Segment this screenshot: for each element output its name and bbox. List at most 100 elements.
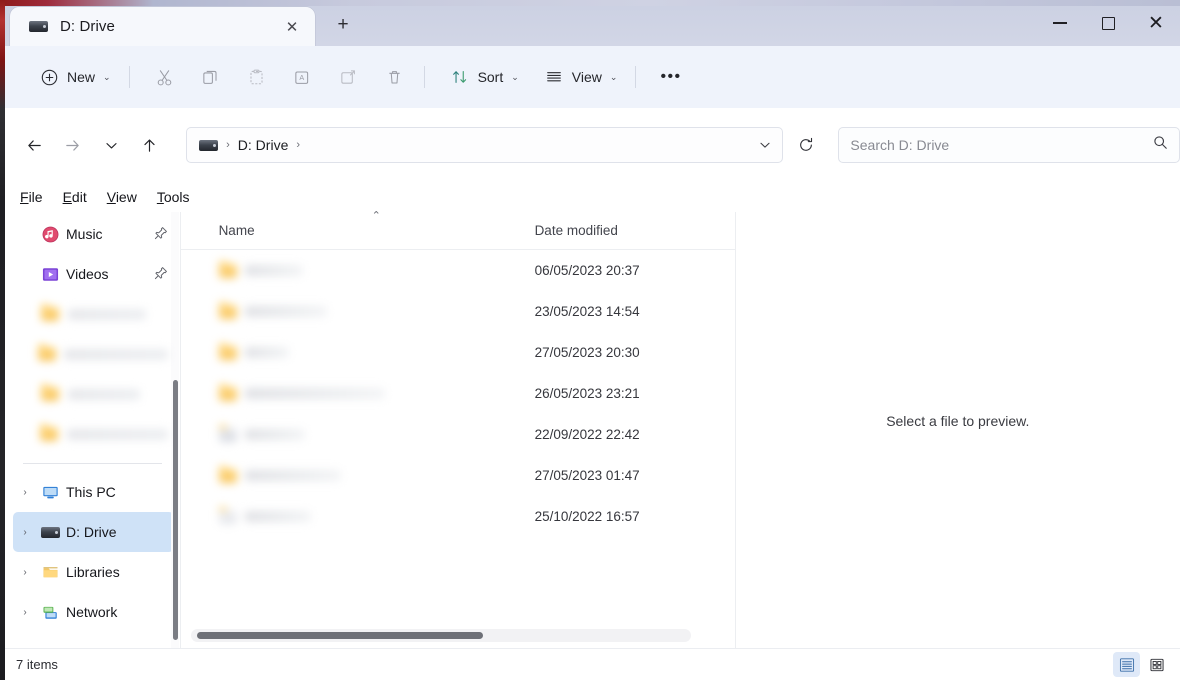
expander-icon[interactable]: › bbox=[13, 607, 37, 618]
sidebar-item-redacted[interactable] bbox=[13, 334, 174, 374]
breadcrumb-drive-icon[interactable] bbox=[199, 140, 218, 151]
search-icon[interactable] bbox=[1153, 135, 1168, 155]
rename-icon: A bbox=[292, 66, 314, 88]
refresh-button[interactable] bbox=[789, 129, 824, 161]
copy-button[interactable] bbox=[191, 59, 231, 95]
file-icon bbox=[219, 510, 237, 524]
pin-icon[interactable] bbox=[154, 266, 168, 283]
back-button[interactable] bbox=[17, 128, 52, 162]
sidebar-item-videos[interactable]: Videos bbox=[13, 254, 174, 294]
command-bar: New ⌄ A bbox=[5, 46, 1180, 108]
window-top-edge bbox=[0, 0, 1180, 6]
sidebar-item-redacted[interactable] bbox=[13, 374, 174, 414]
network-icon bbox=[37, 604, 63, 621]
music-icon bbox=[37, 226, 63, 243]
sidebar-item-d-drive[interactable]: › D: Drive bbox=[13, 512, 174, 552]
menu-tools-accesskey: T bbox=[157, 189, 164, 205]
libraries-icon bbox=[37, 564, 63, 581]
new-button[interactable]: New ⌄ bbox=[29, 59, 120, 95]
horizontal-scrollbar-thumb[interactable] bbox=[197, 632, 483, 639]
toolbar-divider-3 bbox=[635, 66, 636, 88]
breadcrumb[interactable]: › D: Drive › bbox=[186, 127, 783, 163]
menu-view[interactable]: View bbox=[98, 187, 146, 207]
recent-locations-button[interactable] bbox=[94, 128, 129, 162]
delete-icon bbox=[384, 66, 406, 88]
sidebar-item-music[interactable]: Music bbox=[13, 214, 174, 254]
sidebar-scrollbar-thumb[interactable] bbox=[173, 380, 178, 640]
large-icons-view-icon bbox=[1149, 657, 1165, 673]
see-more-icon: ••• bbox=[660, 72, 681, 82]
file-name-redacted bbox=[219, 305, 327, 319]
breadcrumb-separator: › bbox=[226, 139, 230, 151]
file-list-pane: ⌃ Name Date modified 06/05/2023 20:37 23… bbox=[180, 212, 735, 648]
table-row[interactable]: 23/05/2023 14:54 bbox=[181, 291, 735, 332]
maximize-button[interactable] bbox=[1084, 0, 1132, 46]
expander-icon[interactable]: › bbox=[13, 527, 37, 538]
sort-icon bbox=[449, 66, 471, 88]
window-left-edge bbox=[0, 0, 5, 680]
paste-button[interactable] bbox=[237, 59, 277, 95]
sidebar-item-network[interactable]: › Network bbox=[13, 592, 174, 632]
tab-title: D: Drive bbox=[60, 18, 115, 35]
file-date-modified: 27/05/2023 01:47 bbox=[535, 468, 735, 483]
forward-button[interactable] bbox=[56, 128, 91, 162]
expander-icon[interactable]: › bbox=[13, 487, 37, 498]
close-window-button[interactable]: ✕ bbox=[1132, 0, 1180, 46]
menu-file-accesskey: F bbox=[20, 189, 29, 205]
arrow-left-icon bbox=[26, 137, 43, 154]
delete-button[interactable] bbox=[375, 59, 415, 95]
menu-tools[interactable]: Tools bbox=[148, 187, 199, 207]
plus-circle-icon bbox=[38, 66, 60, 88]
sidebar-item-libraries[interactable]: › Libraries bbox=[13, 552, 174, 592]
breadcrumb-separator-2[interactable]: › bbox=[296, 139, 300, 151]
drive-icon bbox=[28, 20, 48, 34]
file-name-redacted bbox=[219, 428, 305, 442]
table-row[interactable]: 27/05/2023 01:47 bbox=[181, 455, 735, 496]
table-row[interactable]: 22/09/2022 22:42 bbox=[181, 414, 735, 455]
table-row[interactable]: 25/10/2022 16:57 bbox=[181, 496, 735, 537]
chevron-down-icon bbox=[104, 138, 119, 153]
view-button[interactable]: View ⌄ bbox=[534, 59, 627, 95]
sort-button[interactable]: Sort ⌄ bbox=[440, 59, 528, 95]
pin-icon[interactable] bbox=[154, 226, 168, 243]
rename-button[interactable]: A bbox=[283, 59, 323, 95]
breadcrumb-item-d-drive[interactable]: D: Drive bbox=[238, 137, 289, 153]
see-more-button[interactable]: ••• bbox=[651, 59, 690, 95]
menu-edit[interactable]: Edit bbox=[54, 187, 96, 207]
new-tab-button[interactable]: + bbox=[321, 9, 365, 41]
up-button[interactable] bbox=[133, 128, 168, 162]
menu-file[interactable]: File bbox=[11, 187, 52, 207]
refresh-icon bbox=[798, 137, 814, 153]
minimize-button[interactable] bbox=[1036, 0, 1084, 46]
folder-icon bbox=[37, 307, 63, 321]
folder-icon bbox=[35, 347, 59, 361]
search-input[interactable] bbox=[850, 137, 1146, 153]
file-name-redacted bbox=[219, 469, 341, 483]
chevron-down-icon bbox=[758, 138, 772, 152]
sidebar-item-this-pc[interactable]: › This PC bbox=[13, 472, 174, 512]
tab-d-drive[interactable]: D: Drive ✕ bbox=[10, 7, 315, 46]
table-row[interactable]: 26/05/2023 23:21 bbox=[181, 373, 735, 414]
window-controls: ✕ bbox=[1036, 0, 1180, 46]
table-row[interactable]: 27/05/2023 20:30 bbox=[181, 332, 735, 373]
search-box[interactable] bbox=[838, 127, 1180, 163]
expander-icon[interactable]: › bbox=[13, 567, 37, 578]
sidebar-item-redacted[interactable] bbox=[13, 414, 174, 454]
menu-view-accesskey: V bbox=[107, 189, 116, 205]
folder-icon bbox=[219, 264, 237, 278]
sidebar-item-label: Music bbox=[66, 226, 103, 242]
file-date-modified: 25/10/2022 16:57 bbox=[535, 509, 735, 524]
details-view-button[interactable] bbox=[1113, 652, 1140, 677]
sidebar-item-redacted[interactable] bbox=[13, 294, 174, 334]
table-row[interactable]: 06/05/2023 20:37 bbox=[181, 250, 735, 291]
close-icon: ✕ bbox=[1148, 14, 1164, 33]
details-view-icon bbox=[1119, 657, 1135, 673]
share-button[interactable] bbox=[329, 59, 369, 95]
chevron-down-icon: ⌄ bbox=[610, 72, 618, 83]
svg-text:A: A bbox=[299, 72, 304, 81]
cut-button[interactable] bbox=[145, 59, 185, 95]
close-tab-button[interactable]: ✕ bbox=[281, 16, 303, 38]
column-header-date-modified[interactable]: Date modified bbox=[535, 212, 735, 250]
large-icons-view-button[interactable] bbox=[1143, 652, 1170, 677]
breadcrumb-dropdown-button[interactable] bbox=[748, 129, 782, 161]
